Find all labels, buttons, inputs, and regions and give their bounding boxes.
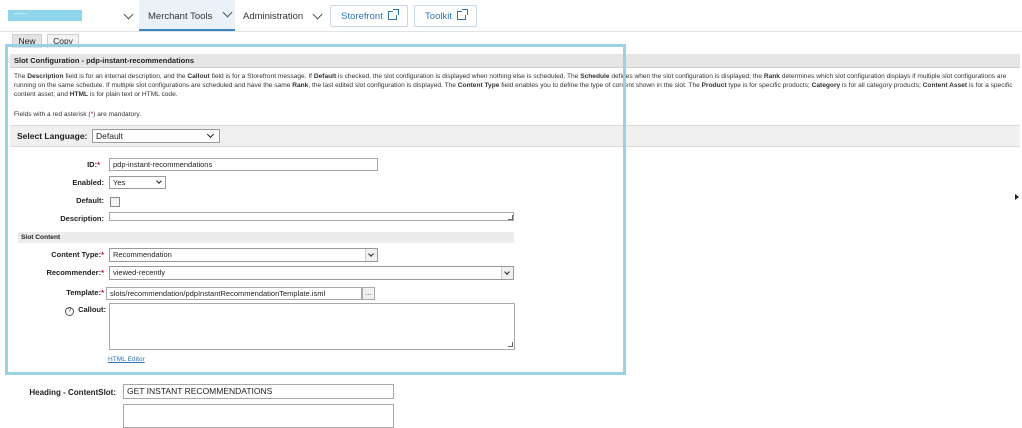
chevron-down-icon bbox=[206, 130, 215, 139]
external-link-icon bbox=[456, 9, 468, 20]
help-text-fragment: is for plain text or HTML code. bbox=[88, 91, 178, 98]
recommender-label: Recommender:* bbox=[20, 268, 104, 277]
language-select[interactable]: Default bbox=[92, 129, 220, 143]
recommender-label-text: Recommender: bbox=[46, 268, 102, 277]
template-label-text: Template: bbox=[66, 288, 102, 297]
storefront-button[interactable]: Storefront bbox=[330, 5, 408, 27]
help-text-fragment: defines when the slot configuration is d… bbox=[609, 73, 764, 80]
help-text-keyword: Content Type bbox=[457, 82, 500, 89]
help-text: The Description field is for an internal… bbox=[14, 72, 1014, 99]
help-text-fragment: , the last edited slot configuration is … bbox=[308, 82, 458, 89]
nav-merchant-tools[interactable]: Merchant Tools bbox=[139, 0, 235, 31]
required-star: * bbox=[101, 250, 104, 259]
mandatory-note: Fields with a red asterisk (*) are manda… bbox=[14, 111, 141, 118]
resize-handle-icon[interactable] bbox=[508, 342, 513, 347]
heading-contentslot-label: Heading - ContentSlot: bbox=[29, 388, 116, 397]
chevron-down-icon[interactable] bbox=[123, 9, 134, 20]
panel-title: Slot Configuration - pdp-instant-recomme… bbox=[10, 54, 1020, 68]
help-text-fragment: field is for a Storefront message. If bbox=[209, 73, 314, 80]
callout-textarea[interactable] bbox=[109, 303, 515, 350]
help-text-keyword: Callout bbox=[187, 73, 210, 80]
heading-contentslot-textarea[interactable] bbox=[123, 404, 394, 428]
help-text-fragment: is for all category products; bbox=[840, 82, 923, 89]
help-text-fragment: The bbox=[14, 73, 28, 80]
content-type-label: Content Type:* bbox=[20, 250, 104, 259]
required-star: * bbox=[97, 160, 100, 169]
external-link-icon bbox=[387, 9, 399, 20]
help-text-keyword: Rank bbox=[763, 73, 780, 80]
storefront-label: Storefront bbox=[341, 11, 383, 22]
tab-copy[interactable]: Copy bbox=[47, 34, 79, 48]
language-select-value: Default bbox=[96, 131, 123, 141]
callout-label: ? Callout: bbox=[58, 305, 106, 316]
html-editor-link[interactable]: HTML Editor bbox=[108, 356, 145, 363]
chevron-down-icon bbox=[222, 7, 233, 18]
recommender-select[interactable]: viewed-recently bbox=[109, 266, 514, 280]
top-navigation: ----- Merchant Tools Administration Stor… bbox=[0, 0, 1022, 32]
enabled-label: Enabled: bbox=[72, 178, 104, 187]
help-text-keyword: Product bbox=[701, 82, 727, 89]
tab-copy-label: Copy bbox=[53, 36, 73, 46]
help-text-keyword: Default bbox=[313, 73, 337, 80]
template-browse-button[interactable]: ... bbox=[362, 287, 375, 300]
chevron-down-icon bbox=[156, 178, 162, 184]
template-label: Template:* bbox=[20, 288, 104, 297]
resize-handle-icon[interactable] bbox=[508, 215, 513, 220]
nav-merchant-tools-label: Merchant Tools bbox=[148, 11, 213, 22]
chevron-right-icon[interactable] bbox=[1015, 194, 1019, 200]
help-text-fragment: field is for an internal description, an… bbox=[63, 73, 188, 80]
help-text-keyword: Rank bbox=[292, 82, 309, 89]
default-label: Default: bbox=[76, 196, 104, 205]
help-icon[interactable]: ? bbox=[65, 307, 75, 316]
help-text-keyword: Category bbox=[811, 82, 841, 89]
site-selector[interactable]: ----- bbox=[8, 9, 82, 21]
slot-content-section: Slot Content bbox=[18, 232, 514, 243]
help-text-keyword: HTML bbox=[69, 91, 89, 98]
enabled-select-value: Yes bbox=[113, 178, 126, 187]
help-text-fragment: field enables you to define the type of … bbox=[499, 82, 702, 89]
help-text-fragment: is checked, the slot configuration is di… bbox=[336, 73, 581, 80]
id-input[interactable]: pdp-instant-recommendations bbox=[109, 158, 378, 171]
content-type-label-text: Content Type: bbox=[51, 250, 102, 259]
site-selector-label: ----- bbox=[14, 9, 28, 18]
tab-new[interactable]: New bbox=[12, 34, 42, 48]
content-type-select[interactable]: Recommendation bbox=[109, 248, 378, 262]
enabled-select[interactable]: Yes bbox=[109, 176, 166, 189]
nav-administration[interactable]: Administration bbox=[236, 0, 330, 31]
chevron-down-icon bbox=[312, 9, 323, 20]
description-label: Description: bbox=[60, 214, 104, 223]
toolkit-label: Toolkit bbox=[425, 11, 452, 22]
help-text-keyword: Description bbox=[27, 73, 64, 80]
mandatory-note-pre: Fields with a red asterisk ( bbox=[14, 111, 91, 118]
heading-contentslot-input[interactable]: GET INSTANT RECOMMENDATIONS bbox=[123, 384, 394, 399]
recommender-select-value: viewed-recently bbox=[113, 268, 166, 277]
help-text-fragment: type is for specific products; bbox=[726, 82, 812, 89]
description-textarea[interactable] bbox=[109, 212, 514, 221]
divider bbox=[18, 372, 514, 373]
template-input[interactable]: slots/recommendation/pdpInstantRecommend… bbox=[106, 287, 362, 300]
toolkit-button[interactable]: Toolkit bbox=[414, 5, 477, 27]
id-label: ID:* bbox=[40, 160, 100, 169]
language-label: Select Language: bbox=[17, 131, 88, 141]
help-text-keyword: Schedule bbox=[580, 73, 610, 80]
required-star: * bbox=[101, 268, 104, 277]
language-bar: Select Language: Default bbox=[10, 125, 1020, 147]
nav-administration-label: Administration bbox=[243, 11, 304, 22]
default-checkbox[interactable] bbox=[110, 197, 120, 207]
tab-new-label: New bbox=[18, 36, 36, 46]
callout-label-text: Callout: bbox=[78, 305, 106, 314]
help-text-keyword: Content Asset bbox=[922, 82, 968, 89]
mandatory-note-post: ) are mandatory. bbox=[93, 111, 142, 118]
content-type-select-value: Recommendation bbox=[113, 250, 172, 259]
id-label-text: ID: bbox=[87, 160, 98, 169]
required-star: * bbox=[101, 288, 104, 297]
